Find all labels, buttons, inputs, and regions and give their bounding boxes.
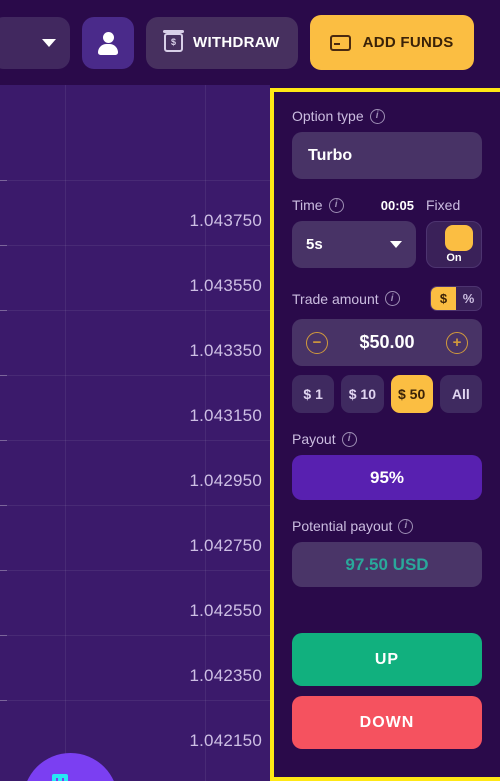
- payout-value: 95%: [369, 467, 405, 487]
- add-funds-button[interactable]: ADD FUNDS: [309, 15, 474, 70]
- atm-icon: [163, 30, 184, 52]
- credit-card-icon: [329, 34, 351, 51]
- price-axis-label: 1.043550: [189, 276, 262, 295]
- quick-amount-10[interactable]: $ 10: [341, 375, 384, 413]
- chart-gridline: [0, 245, 270, 246]
- trade-amount-label-text: Trade amount: [292, 290, 379, 307]
- potential-payout-value-box: 97.50 USD: [292, 542, 482, 587]
- decrement-button[interactable]: −: [306, 331, 328, 354]
- brand-logo-glyph: [51, 773, 68, 781]
- trade-amount-label: Trade amount i: [292, 291, 400, 307]
- up-button[interactable]: UP: [292, 633, 482, 686]
- option-type-label-text: Option type: [292, 108, 364, 124]
- down-button-label: DOWN: [359, 713, 415, 731]
- info-icon[interactable]: i: [384, 291, 400, 306]
- withdraw-label: WITHDRAW: [193, 34, 280, 51]
- price-axis-label: 1.043150: [189, 406, 262, 425]
- info-icon[interactable]: i: [328, 197, 344, 213]
- time-duration-select[interactable]: 5s: [292, 221, 416, 268]
- axis-tick: [0, 245, 7, 246]
- price-axis-label: 1.043350: [189, 341, 262, 360]
- time-label: Time i: [292, 197, 344, 213]
- time-row: 5s On: [292, 221, 482, 268]
- down-button[interactable]: DOWN: [292, 696, 482, 749]
- price-axis-label: 1.042350: [189, 666, 262, 685]
- axis-tick: [0, 310, 7, 311]
- price-axis-label: 1.042950: [189, 471, 262, 490]
- chart-gridline: [0, 375, 270, 376]
- chart-gridline: [0, 505, 270, 506]
- axis-tick: [0, 570, 7, 571]
- chevron-down-icon: [42, 38, 56, 47]
- fixed-toggle-state: On: [446, 252, 462, 264]
- price-axis-label: 1.042750: [189, 536, 262, 555]
- add-funds-label: ADD FUNDS: [362, 34, 454, 51]
- axis-tick: [0, 635, 7, 636]
- fixed-label: Fixed: [426, 197, 461, 213]
- option-type-value: Turbo: [308, 146, 353, 164]
- chevron-down-icon: [390, 241, 402, 248]
- time-label-text: Time: [292, 197, 323, 213]
- withdraw-button[interactable]: WITHDRAW: [146, 16, 298, 69]
- potential-payout-label: Potential payout i: [292, 518, 482, 534]
- price-chart[interactable]: 1.043750 1.043550 1.043350 1.043150 1.04…: [0, 85, 270, 781]
- chart-gridline: [0, 700, 270, 701]
- payout-label: Payout i: [292, 431, 482, 447]
- trade-amount-stepper[interactable]: − $50.00 +: [292, 319, 482, 366]
- payout-label-text: Payout: [292, 431, 336, 447]
- option-type-select[interactable]: Turbo: [292, 132, 482, 179]
- potential-payout-value: 97.50 USD: [345, 554, 429, 574]
- axis-tick: [0, 505, 7, 506]
- chart-gridline: [0, 310, 270, 311]
- trade-panel: Option type i Turbo Time i 00:05 Fixed 5…: [270, 88, 500, 781]
- increment-button[interactable]: +: [446, 331, 468, 354]
- chart-gridline: [65, 85, 66, 781]
- chart-gridline: [0, 635, 270, 636]
- info-icon[interactable]: i: [369, 108, 385, 124]
- asset-dropdown[interactable]: [0, 16, 70, 69]
- toggle-knob: [445, 225, 473, 251]
- time-header: Time i 00:05 Fixed: [292, 197, 482, 213]
- person-icon: [97, 31, 119, 55]
- chart-gridline: [0, 180, 270, 181]
- currency-mode-percent[interactable]: %: [456, 287, 481, 310]
- currency-mode-toggle[interactable]: $ %: [430, 286, 482, 311]
- payout-value-bar: 95%: [292, 455, 482, 500]
- chart-gridline: [0, 570, 270, 571]
- brand-logo: [23, 753, 118, 781]
- axis-tick: [0, 700, 7, 701]
- fixed-toggle[interactable]: On: [426, 221, 482, 268]
- trading-app: WITHDRAW ADD FUNDS 1.043750 1.043550 1.0…: [0, 0, 500, 781]
- potential-payout-label-text: Potential payout: [292, 518, 393, 534]
- axis-tick: [0, 440, 7, 441]
- quick-amount-1[interactable]: $ 1: [292, 375, 335, 413]
- info-icon[interactable]: i: [398, 518, 414, 534]
- currency-mode-dollar[interactable]: $: [431, 287, 456, 310]
- quick-amount-all[interactable]: All: [439, 375, 482, 413]
- axis-tick: [0, 375, 7, 376]
- trade-amount-value[interactable]: $50.00: [359, 332, 414, 353]
- quick-amount-row: $ 1 $ 10 $ 50 All: [292, 375, 482, 413]
- profile-button[interactable]: [82, 16, 134, 69]
- trade-amount-header: Trade amount i $ %: [292, 286, 482, 311]
- info-icon[interactable]: i: [341, 431, 357, 447]
- chart-gridline: [0, 440, 270, 441]
- time-duration-value: 5s: [306, 236, 323, 253]
- quick-amount-50[interactable]: $ 50: [390, 375, 433, 413]
- axis-tick: [0, 180, 7, 181]
- time-clock: 00:05: [380, 197, 414, 213]
- price-axis-label: 1.042150: [189, 731, 262, 750]
- price-axis-label: 1.042550: [189, 601, 262, 620]
- option-type-label: Option type i: [292, 108, 482, 124]
- price-axis-label: 1.043750: [189, 211, 262, 230]
- up-button-label: UP: [374, 650, 400, 668]
- top-toolbar: WITHDRAW ADD FUNDS: [0, 0, 500, 85]
